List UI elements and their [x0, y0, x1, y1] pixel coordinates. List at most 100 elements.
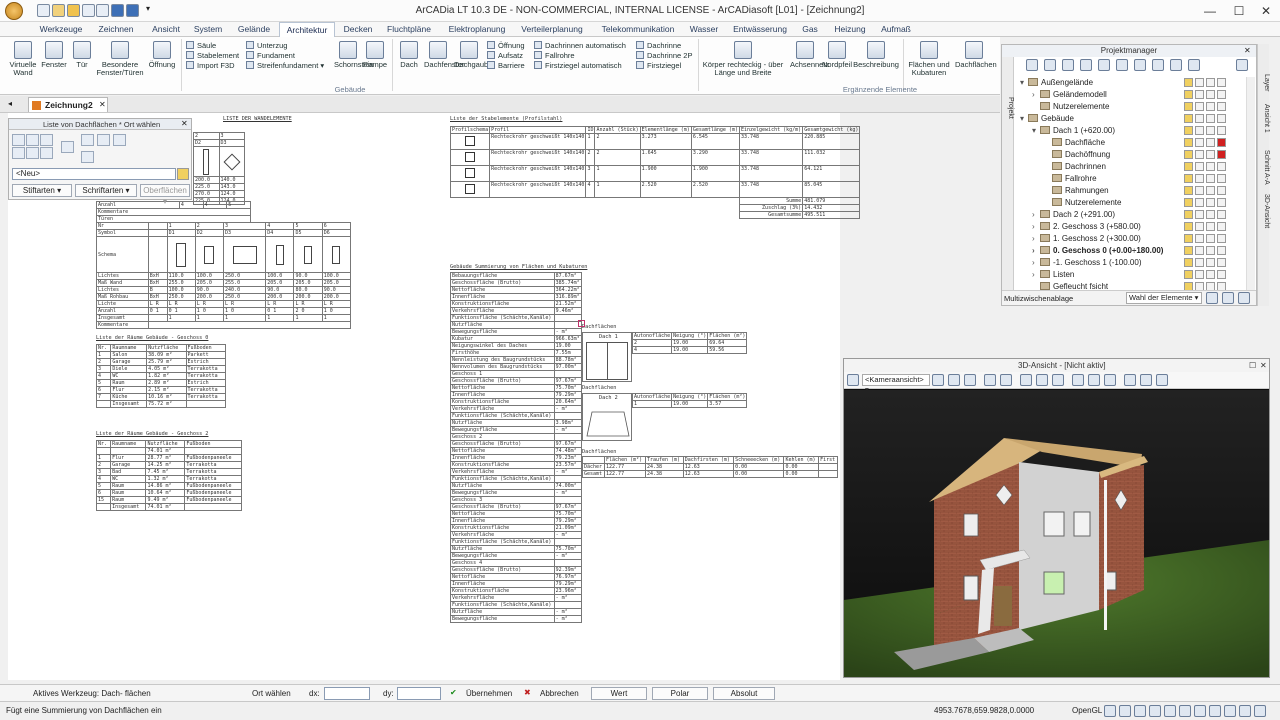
- tab-system[interactable]: System: [190, 22, 226, 37]
- expand-icon[interactable]: ›: [1032, 233, 1040, 245]
- print-icon[interactable]: [1206, 126, 1215, 135]
- visibility-icon[interactable]: [1184, 78, 1193, 87]
- description-button[interactable]: Beschreibung: [852, 41, 900, 69]
- delete-icon[interactable]: [1238, 292, 1250, 304]
- close-icon[interactable]: ✕: [1252, 2, 1280, 20]
- virtual-wall-button[interactable]: Virtuelle Wand: [4, 41, 42, 77]
- pen-types-button[interactable]: Stiftarten ▾: [12, 184, 72, 197]
- visibility-icon[interactable]: [1184, 162, 1193, 171]
- special-windows-button[interactable]: Besondere Fenster/Türen: [96, 41, 144, 77]
- downpipes-button[interactable]: Fallrohre: [534, 51, 626, 61]
- view-tool-icon[interactable]: [1156, 374, 1168, 386]
- areas-volumes-button[interactable]: Flächen und Kubaturen: [906, 41, 952, 77]
- visibility-icon[interactable]: [1184, 186, 1193, 195]
- visibility-icon[interactable]: [1184, 222, 1193, 231]
- tree-item[interactable]: Rahmungen: [1016, 185, 1244, 197]
- lock-icon[interactable]: [1195, 270, 1204, 279]
- dormer-button[interactable]: Dachgaube: [454, 41, 492, 69]
- roof-button[interactable]: Dach: [396, 41, 422, 69]
- lineweight-toggle-icon[interactable]: [1194, 705, 1206, 717]
- 3d-view-window[interactable]: 3D-Ansicht - [Nicht aktiv] ☐ ✕ <Kameraan…: [843, 358, 1270, 678]
- tab-verteilerplanung[interactable]: Verteilerplanung: [520, 22, 584, 37]
- paste-icon[interactable]: [1222, 292, 1234, 304]
- color-icon[interactable]: [1217, 186, 1226, 195]
- bulb-icon[interactable]: [177, 168, 189, 180]
- tree-item[interactable]: › 2. Geschoss 3 (+580.00): [1016, 221, 1244, 233]
- tree-item[interactable]: › 1. Geschoss 2 (+300.00): [1016, 233, 1244, 245]
- lock-icon[interactable]: [1195, 138, 1204, 147]
- dialog-close-icon[interactable]: ✕: [181, 119, 188, 128]
- close-panel-icon[interactable]: ✕: [1244, 46, 1251, 55]
- visibility-icon[interactable]: [1184, 90, 1193, 99]
- tab-elektroplanung[interactable]: Elektroplanung: [446, 22, 508, 37]
- view-tool-icon[interactable]: [1072, 374, 1084, 386]
- print-icon[interactable]: [1206, 162, 1215, 171]
- arrow-nw-icon[interactable]: [12, 134, 25, 146]
- gutter-button[interactable]: Dachrinne: [636, 41, 692, 51]
- print-icon[interactable]: [1206, 102, 1215, 111]
- side-tab-ansicht[interactable]: Ansicht 1: [1258, 104, 1270, 133]
- view-tool-icon[interactable]: [1088, 374, 1100, 386]
- scroll-left-icon[interactable]: ◂: [8, 99, 12, 108]
- color-icon[interactable]: [1217, 162, 1226, 171]
- visibility-icon[interactable]: [1184, 234, 1193, 243]
- help-icon[interactable]: [1239, 705, 1251, 717]
- roof-opening-button[interactable]: Öffnung: [487, 41, 525, 51]
- tab-wasser[interactable]: Wasser: [686, 22, 722, 37]
- tab-heizung[interactable]: Heizung: [830, 22, 870, 37]
- visibility-icon[interactable]: [1184, 270, 1193, 279]
- camera-dropdown[interactable]: <Kameraansicht> ▾: [862, 374, 930, 394]
- print-icon[interactable]: [1206, 210, 1215, 219]
- expand-icon[interactable]: ▾: [1020, 77, 1028, 89]
- print-icon[interactable]: [1206, 174, 1215, 183]
- lock-icon[interactable]: [1195, 234, 1204, 243]
- copy-icon[interactable]: [1206, 292, 1218, 304]
- tab-gelaende[interactable]: Gelände: [234, 22, 274, 37]
- view-tool-icon[interactable]: [1052, 374, 1064, 386]
- expand-icon[interactable]: ›: [1032, 269, 1040, 281]
- polar-button[interactable]: Polar: [652, 687, 708, 700]
- lock-icon[interactable]: [1195, 102, 1204, 111]
- maximize-icon[interactable]: ☐: [1225, 2, 1253, 20]
- side-tab-3d[interactable]: 3D-Ansicht: [1258, 194, 1270, 228]
- lock-icon[interactable]: [1195, 126, 1204, 135]
- lock-icon[interactable]: [1195, 258, 1204, 267]
- view-tool-icon[interactable]: [1036, 374, 1048, 386]
- tree-item[interactable]: ▾ Außengelände: [1016, 77, 1244, 89]
- table-icon[interactable]: [113, 134, 126, 146]
- print-icon[interactable]: [1206, 186, 1215, 195]
- tree-item[interactable]: › Dach 2 (+291.00): [1016, 209, 1244, 221]
- track-toggle-icon[interactable]: [1179, 705, 1191, 717]
- color-icon[interactable]: [1217, 138, 1226, 147]
- visibility-icon[interactable]: [1184, 174, 1193, 183]
- print-icon[interactable]: [1206, 258, 1215, 267]
- import-f3d-button[interactable]: Import F3D: [186, 61, 239, 71]
- lock-icon[interactable]: [1195, 246, 1204, 255]
- project-side-tab[interactable]: Projekt: [1002, 57, 1014, 293]
- tree-item[interactable]: ▾ Gebäude: [1016, 113, 1244, 125]
- axis-grid-button[interactable]: Achsennetz: [790, 41, 829, 69]
- print-icon[interactable]: [1206, 246, 1215, 255]
- tree-tool-icon[interactable]: [1098, 59, 1110, 71]
- selection-dropdown[interactable]: Wahl der Elemente ▾: [1126, 292, 1202, 304]
- lock-icon[interactable]: [1195, 150, 1204, 159]
- tab-gas[interactable]: Gas: [798, 22, 822, 37]
- opening-button[interactable]: Öffnung: [146, 41, 178, 69]
- print-icon[interactable]: [1206, 78, 1215, 87]
- ridge-tile-button[interactable]: Firstziegel: [636, 61, 692, 71]
- visibility-icon[interactable]: [1184, 114, 1193, 123]
- tree-item[interactable]: Nutzerelemente: [1016, 101, 1244, 113]
- visibility-icon[interactable]: [1184, 210, 1193, 219]
- arrow-center-icon[interactable]: [26, 147, 39, 159]
- tree-item[interactable]: › 0. Geschoss 0 (+0.00÷180.00): [1016, 245, 1244, 257]
- visibility-icon[interactable]: [1184, 138, 1193, 147]
- color-icon[interactable]: [1217, 174, 1226, 183]
- value-button[interactable]: Wert: [591, 687, 647, 700]
- lock-icon[interactable]: [1195, 210, 1204, 219]
- tree-item[interactable]: Fallrohre: [1016, 173, 1244, 185]
- tree-item[interactable]: Dachrinnen: [1016, 161, 1244, 173]
- color-icon[interactable]: [1217, 78, 1226, 87]
- grid-toggle-icon[interactable]: [1134, 705, 1146, 717]
- expand-icon[interactable]: ›: [1032, 245, 1040, 257]
- osnap-toggle-icon[interactable]: [1164, 705, 1176, 717]
